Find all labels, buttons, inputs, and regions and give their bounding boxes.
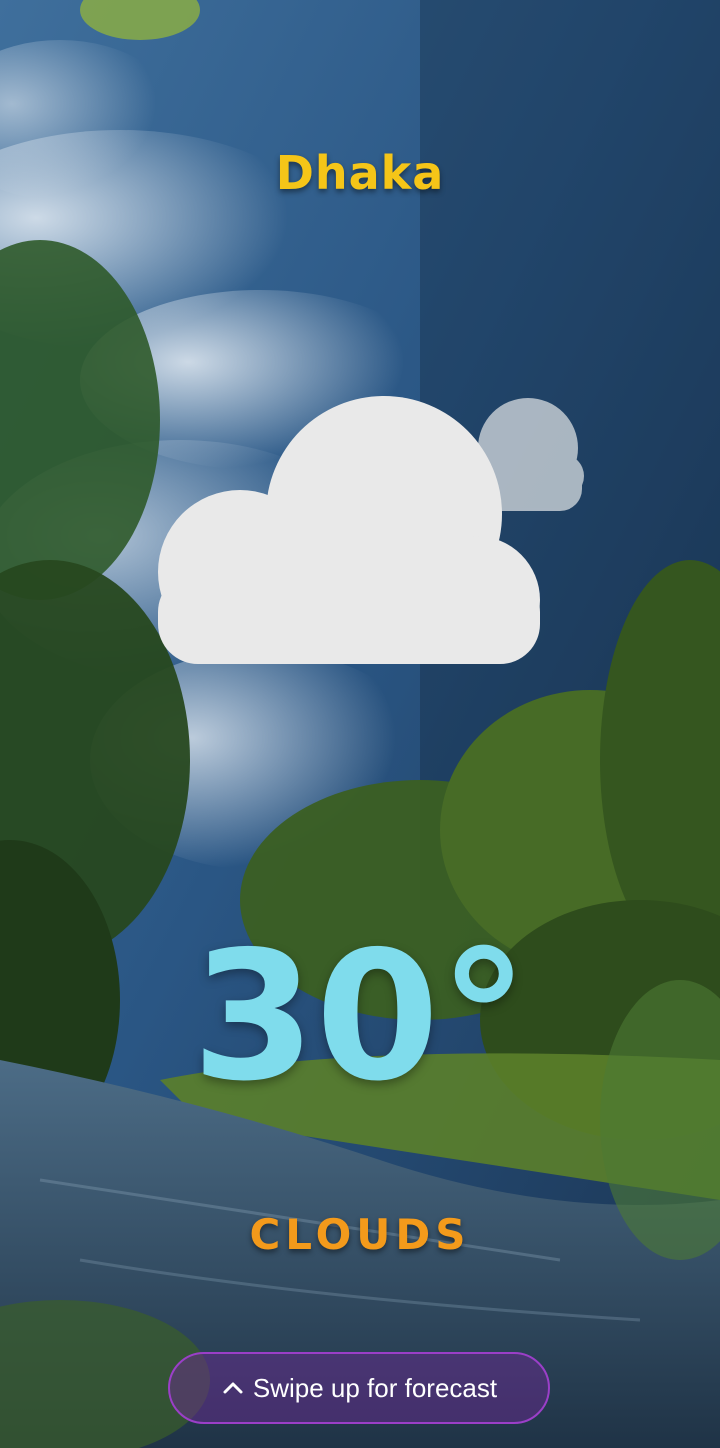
swipe-forecast-label: Swipe up for forecast bbox=[252, 1372, 498, 1403]
weather-screen: Dhaka 30° CLOUDS Swipe up for forecast bbox=[0, 0, 720, 1448]
partly-cloudy-icon bbox=[158, 396, 584, 664]
swipe-forecast-button[interactable]: Swipe up for forecast bbox=[168, 1352, 550, 1424]
weather-condition: CLOUDS bbox=[249, 1210, 471, 1259]
city-name: Dhaka bbox=[275, 146, 445, 200]
temperature-value: 30° bbox=[191, 913, 529, 1120]
chevron-up-icon bbox=[223, 1382, 243, 1394]
